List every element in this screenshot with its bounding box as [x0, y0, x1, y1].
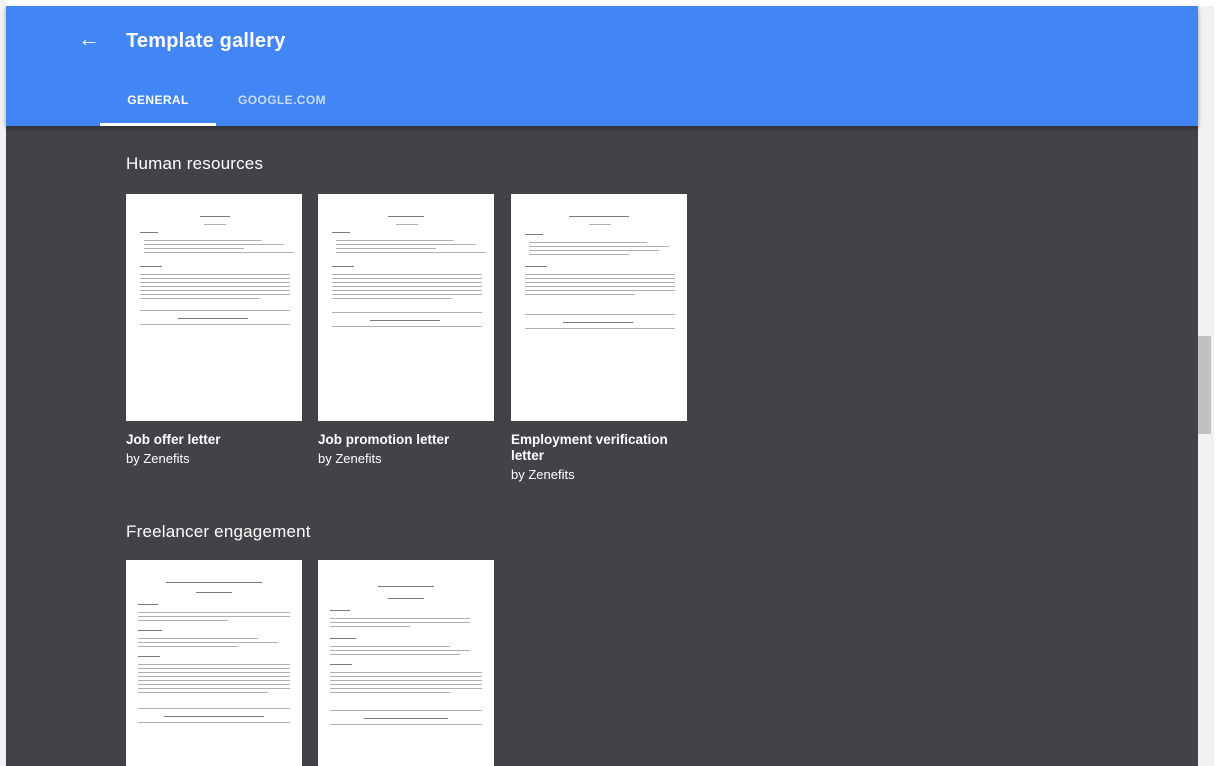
template-author: by Zenefits: [126, 451, 190, 466]
window-frame-right: [1214, 0, 1222, 766]
template-thumbnail: [318, 560, 494, 766]
template-card-job-promotion-letter[interactable]: Job promotion letter by Zenefits: [318, 194, 494, 466]
template-author: by Zenefits: [318, 451, 382, 466]
template-thumbnail: [318, 194, 494, 421]
template-card-statement-of-work[interactable]: [318, 560, 494, 766]
tab-google-com[interactable]: GOOGLE.COM: [234, 80, 330, 126]
gallery-content: Human resources Job offer letter by Zene…: [6, 126, 1198, 766]
template-card-independent-contractor-agreement[interactable]: [126, 560, 302, 766]
template-thumbnail: [511, 194, 687, 421]
page-title: Template gallery: [126, 30, 286, 52]
section-title-human-resources: Human resources: [126, 154, 264, 173]
back-button[interactable]: ←: [76, 26, 102, 52]
template-title: Employment verification letter: [511, 432, 668, 463]
template-card-employment-verification-letter[interactable]: Employment verification letter by Zenefi…: [511, 194, 687, 482]
arrow-left-icon: ←: [78, 26, 100, 51]
template-card-job-offer-letter[interactable]: Job offer letter by Zenefits: [126, 194, 302, 466]
template-thumbnail: [126, 194, 302, 421]
tab-general[interactable]: GENERAL: [100, 80, 216, 126]
scrollbar-thumb[interactable]: [1198, 336, 1211, 434]
template-title: Job offer letter: [126, 432, 221, 447]
template-author: by Zenefits: [511, 467, 575, 482]
app-header: ← Template gallery GENERAL GOOGLE.COM: [6, 6, 1198, 126]
section-title-freelancer-engagement: Freelancer engagement: [126, 522, 311, 541]
template-thumbnail: [126, 560, 302, 766]
template-title: Job promotion letter: [318, 432, 450, 447]
